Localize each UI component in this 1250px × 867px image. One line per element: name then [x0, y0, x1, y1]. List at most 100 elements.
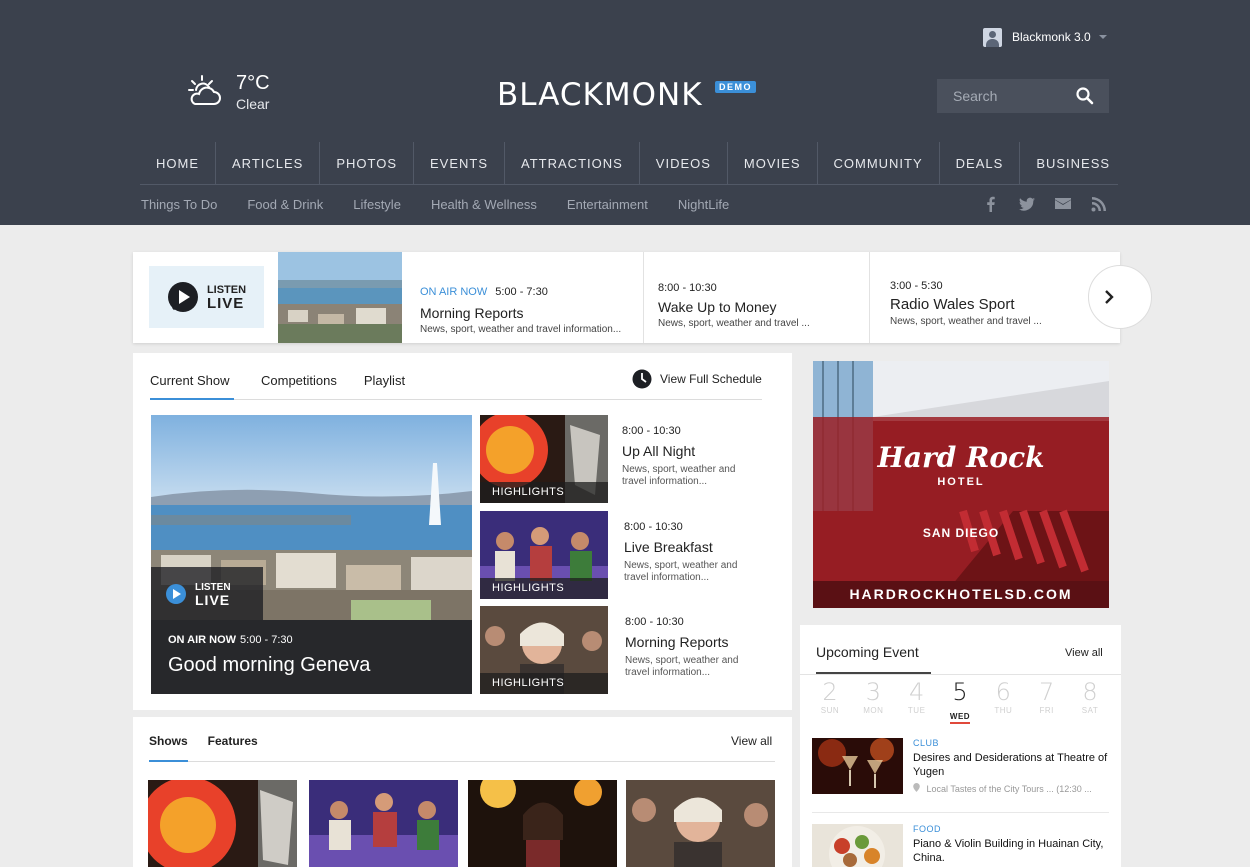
- event-title: Piano & Violin Building in Huainan City,…: [913, 838, 1104, 864]
- tab-features[interactable]: Features: [208, 734, 258, 762]
- subnav-item-things-to-do[interactable]: Things To Do: [141, 196, 217, 214]
- chevron-right-icon: [1105, 290, 1114, 304]
- subnav-item-nightlife[interactable]: NightLife: [678, 196, 729, 214]
- demo-badge: DEMO: [715, 81, 756, 93]
- program-time: 8:00 - 10:30: [624, 521, 683, 533]
- listen-live-button[interactable]: LISTEN LIVE: [151, 567, 263, 620]
- listen-label: LISTEN: [195, 581, 231, 593]
- day-sat[interactable]: 8 SAT: [1070, 678, 1110, 724]
- program-time: 8:00 - 10:30: [622, 425, 681, 437]
- highlights-badge: HIGHLIGHTS: [480, 673, 608, 694]
- program-title: Morning Reports: [625, 634, 729, 650]
- subnav-item-health-wellness[interactable]: Health & Wellness: [431, 196, 537, 214]
- location-pin-icon: [913, 783, 920, 792]
- day-tue[interactable]: 4 TUE: [897, 678, 937, 724]
- next-button[interactable]: [1088, 265, 1152, 329]
- show-thumbnail[interactable]: [468, 780, 617, 867]
- view-all-link[interactable]: View all: [731, 734, 772, 748]
- on-air-item[interactable]: ON AIR NOW 5:00 - 7:30 Morning Reports Ne…: [402, 252, 644, 343]
- nav-item-home[interactable]: HOME: [140, 142, 216, 185]
- event-item[interactable]: FOOD Piano & Violin Building in Huainan …: [812, 824, 1112, 867]
- nav-item-business[interactable]: BUSINESS: [1020, 142, 1126, 185]
- user-menu[interactable]: Blackmonk 3.0: [983, 26, 1107, 48]
- program-item[interactable]: HIGHLIGHTS 8:00 - 10:30 Live Breakfast N…: [480, 511, 770, 599]
- show-title: Wake Up to Money: [658, 299, 777, 315]
- nav-item-community[interactable]: COMMUNITY: [818, 142, 940, 185]
- current-show-panel: Current Show Competitions Playlist View …: [133, 353, 792, 710]
- tab-current-show[interactable]: Current Show: [150, 373, 234, 400]
- shows-panel: Shows Features View all: [133, 717, 792, 867]
- show-time: 3:00 - 5:30: [890, 280, 943, 292]
- weather-widget: 7°C Clear: [186, 72, 270, 112]
- search-icon[interactable]: [1075, 86, 1095, 106]
- show-thumbnail[interactable]: [309, 780, 458, 867]
- subnav-item-food-drink[interactable]: Food & Drink: [247, 196, 323, 214]
- rss-icon[interactable]: [1091, 196, 1107, 212]
- day-mon[interactable]: 3 MON: [853, 678, 893, 724]
- show-thumbnail[interactable]: [626, 780, 775, 867]
- hard-rock-hotel-ad[interactable]: Hard Rock HOTEL SAN DIEGO HARDROCKHOTELS…: [813, 361, 1109, 608]
- tab-competitions[interactable]: Competitions: [261, 373, 364, 400]
- show-description: News, sport, weather and travel informat…: [420, 324, 622, 335]
- nav-item-events[interactable]: EVENTS: [414, 142, 506, 185]
- featured-title: Good morning Geneva: [168, 654, 371, 676]
- nav-item-articles[interactable]: ARTICLES: [216, 142, 321, 185]
- on-air-label: ON AIR NOW: [168, 634, 237, 646]
- upcoming-event-title: Upcoming Event: [816, 644, 931, 674]
- schedule-label: View Full Schedule: [660, 372, 762, 386]
- events-view-all-link[interactable]: View all: [1065, 647, 1103, 659]
- tab-shows[interactable]: Shows: [149, 734, 188, 762]
- nav-item-movies[interactable]: MOVIES: [728, 142, 818, 185]
- main-nav: HOME ARTICLES PHOTOS EVENTS ATTRACTIONS …: [140, 142, 1118, 185]
- show-description: News, sport, weather and travel ...: [658, 318, 810, 329]
- play-icon: [166, 583, 186, 604]
- weather-condition: Clear: [236, 96, 270, 112]
- show-time: 8:00 - 10:30: [658, 282, 717, 294]
- day-sun[interactable]: 2 SUN: [810, 678, 850, 724]
- show-title: Radio Wales Sport: [890, 296, 1015, 313]
- listen-live-button[interactable]: LISTEN LIVE: [149, 266, 264, 328]
- mail-icon[interactable]: [1055, 196, 1071, 212]
- event-thumbnail: [812, 824, 903, 867]
- nav-item-videos[interactable]: VIDEOS: [640, 142, 728, 185]
- search-input[interactable]: [937, 88, 1075, 104]
- schedule-item[interactable]: 8:00 - 10:30 Wake Up to Money News, spor…: [644, 252, 870, 343]
- program-item[interactable]: HIGHLIGHTS 8:00 - 10:30 Up All Night New…: [480, 415, 770, 503]
- subnav-item-lifestyle[interactable]: Lifestyle: [353, 196, 401, 214]
- event-item[interactable]: CLUB Desires and Desiderations at Theatr…: [812, 738, 1112, 796]
- featured-show[interactable]: LISTEN LIVE ON AIR NOW 5:00 - 7:30 Good m…: [151, 415, 472, 694]
- chevron-down-icon: [1098, 35, 1107, 39]
- user-avatar-icon: [983, 27, 1002, 47]
- live-label: LIVE: [206, 295, 245, 312]
- event-thumbnail: [812, 738, 903, 794]
- ad-city: SAN DIEGO: [922, 526, 1000, 540]
- schedule-item[interactable]: 3:00 - 5:30 Radio Wales Sport News, spor…: [870, 252, 1070, 343]
- show-title: Morning Reports: [420, 305, 524, 321]
- featured-caption: ON AIR NOW 5:00 - 7:30 Good morning Genev…: [151, 620, 472, 694]
- ad-brand: Hard Rock: [877, 441, 1045, 474]
- show-time: 5:00 - 7:30: [240, 634, 293, 646]
- day-thu[interactable]: 6 THU: [983, 678, 1023, 724]
- nav-item-attractions[interactable]: ATTRACTIONS: [505, 142, 640, 185]
- site-header: Blackmonk 3.0 7°C Clear BLACKMONK DEMO H…: [0, 0, 1250, 225]
- program-description: News, sport, weather and travel informat…: [622, 464, 736, 487]
- partly-cloudy-icon: [188, 75, 221, 105]
- tab-playlist[interactable]: Playlist: [364, 373, 432, 400]
- social-links: [983, 196, 1127, 212]
- nav-item-photos[interactable]: PHOTOS: [320, 142, 415, 185]
- user-name: Blackmonk 3.0: [1012, 30, 1091, 44]
- day-fri[interactable]: 7 FRI: [1027, 678, 1067, 724]
- facebook-icon[interactable]: [983, 196, 999, 212]
- view-full-schedule-link[interactable]: View Full Schedule: [632, 369, 762, 389]
- upcoming-events-panel: Upcoming Event View all 2 SUN 3 MON 4 TUE 5…: [800, 625, 1121, 867]
- event-title: Desires and Desiderations at Theatre of …: [913, 752, 1108, 778]
- twitter-icon[interactable]: [1019, 196, 1035, 212]
- subnav-item-entertainment[interactable]: Entertainment: [567, 196, 648, 214]
- day-wed[interactable]: 5 WED: [940, 678, 980, 724]
- geneva-thumbnail[interactable]: [278, 252, 402, 343]
- show-thumbnail[interactable]: [148, 780, 297, 867]
- ad-logo: Hard Rock HOTEL: [813, 441, 1109, 488]
- nav-item-deals[interactable]: DEALS: [940, 142, 1021, 185]
- program-item[interactable]: HIGHLIGHTS 8:00 - 10:30 Morning Reports …: [480, 606, 770, 694]
- site-logo[interactable]: BLACKMONK: [497, 78, 703, 112]
